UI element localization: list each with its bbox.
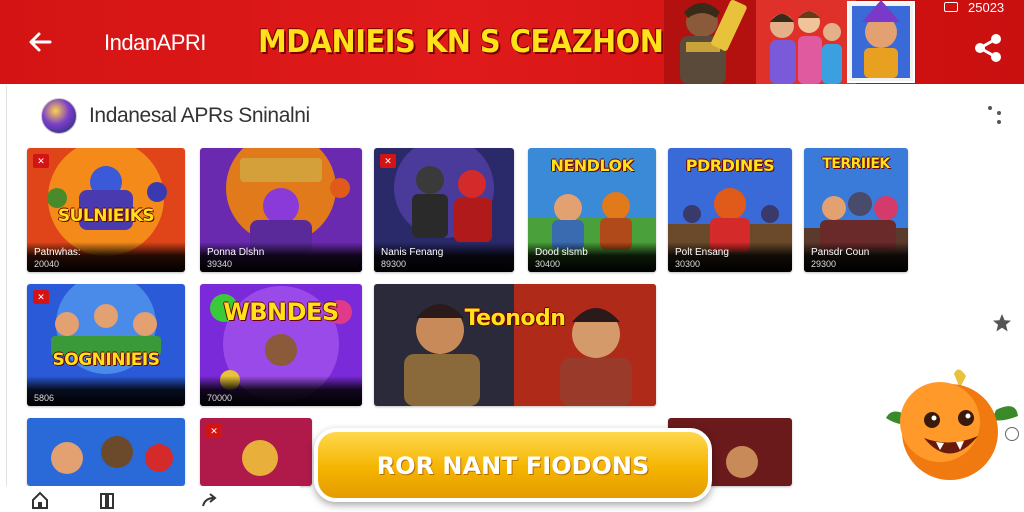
- game-tile[interactable]: ✕: [200, 418, 312, 486]
- tile-title: NENDLOK: [550, 156, 634, 175]
- game-tile[interactable]: [27, 418, 185, 486]
- tile-art: [27, 418, 185, 486]
- tile-badge: ✕: [206, 424, 222, 438]
- status-time: 25023: [968, 0, 1005, 15]
- section-avatar[interactable]: [41, 98, 77, 134]
- tile-title: WBNDES: [223, 298, 339, 326]
- library-icon[interactable]: [98, 490, 118, 510]
- game-tile[interactable]: ✕ SULNIEIKS Patnwhas: 20040: [27, 148, 185, 272]
- tile-title: PDRDINES: [685, 156, 775, 175]
- content-panel: Indanesal APRs Sninalni ✕ SULNIEIKS Patn…: [6, 86, 1024, 486]
- tile-subtitle: 5806: [34, 393, 55, 403]
- tile-badge: ✕: [380, 154, 396, 168]
- cta-button[interactable]: ROR NANT FIODONS: [314, 428, 712, 502]
- tile-name: Patnwhas:: [34, 247, 81, 258]
- game-tile[interactable]: ✕ SOGNINIEIS 5806: [27, 284, 185, 406]
- tile-subtitle: 39340: [207, 259, 233, 269]
- tile-subtitle: 30400: [535, 259, 561, 269]
- game-tile[interactable]: PDRDINES Polt Ensang 30300: [668, 148, 792, 272]
- tile-name: Polt Ensang: [675, 247, 729, 258]
- tile-title: TERRIIEK: [822, 156, 890, 172]
- tile-title: Teonodn: [464, 306, 566, 331]
- tile-title: SOGNINIEIS: [52, 350, 160, 370]
- tile-name: Dood slsmb: [535, 247, 588, 258]
- tile-badge: ✕: [33, 154, 49, 168]
- more-dots-icon[interactable]: [985, 102, 1007, 126]
- game-tile[interactable]: Ponna Dlshn 39340: [200, 148, 362, 272]
- tile-subtitle: 30300: [675, 259, 701, 269]
- section-title: Indanesal APRs Sninalni: [89, 104, 310, 127]
- game-tile[interactable]: ✕ Nanis Fenang 89300: [374, 148, 514, 272]
- tile-subtitle: 29300: [811, 259, 837, 269]
- game-tile[interactable]: WBNDES 70000: [200, 284, 362, 406]
- app-name: IndanAPRI: [104, 30, 206, 55]
- cta-label: ROR NANT FIODONS: [376, 452, 650, 480]
- star-icon[interactable]: [991, 312, 1013, 334]
- game-tile[interactable]: NENDLOK Dood slsmb 30400: [528, 148, 656, 272]
- tile-title: SULNIEIKS: [57, 206, 155, 226]
- status-indicator-icon: [944, 2, 958, 12]
- tile-badge: ✕: [33, 290, 49, 304]
- forward-icon[interactable]: [200, 490, 220, 510]
- bottom-nav: [0, 486, 300, 512]
- game-tile-featured[interactable]: Teonodn: [374, 284, 656, 406]
- banner-headline: MDANIEIS KN S CEAZHON: [258, 24, 664, 60]
- tile-name: Nanis Fenang: [381, 247, 444, 258]
- top-banner: IndanAPRI MDANIEIS KN S CEAZHON 25023: [0, 0, 1024, 84]
- tile-art: [374, 284, 656, 406]
- banner-characters-art: [664, 0, 916, 84]
- tile-name: Ponna Dlshn: [207, 247, 265, 258]
- tile-name: Pansdr Coun: [811, 247, 870, 258]
- orange-mascot-art: [886, 369, 1018, 480]
- share-icon[interactable]: [970, 30, 1006, 66]
- tile-subtitle: 20040: [34, 259, 60, 269]
- tile-subtitle: 70000: [207, 393, 233, 403]
- game-tile[interactable]: TERRIIEK Pansdr Coun 29300: [804, 148, 908, 272]
- back-arrow-icon[interactable]: [24, 26, 56, 58]
- tile-subtitle: 89300: [381, 259, 407, 269]
- home-icon[interactable]: [30, 490, 50, 510]
